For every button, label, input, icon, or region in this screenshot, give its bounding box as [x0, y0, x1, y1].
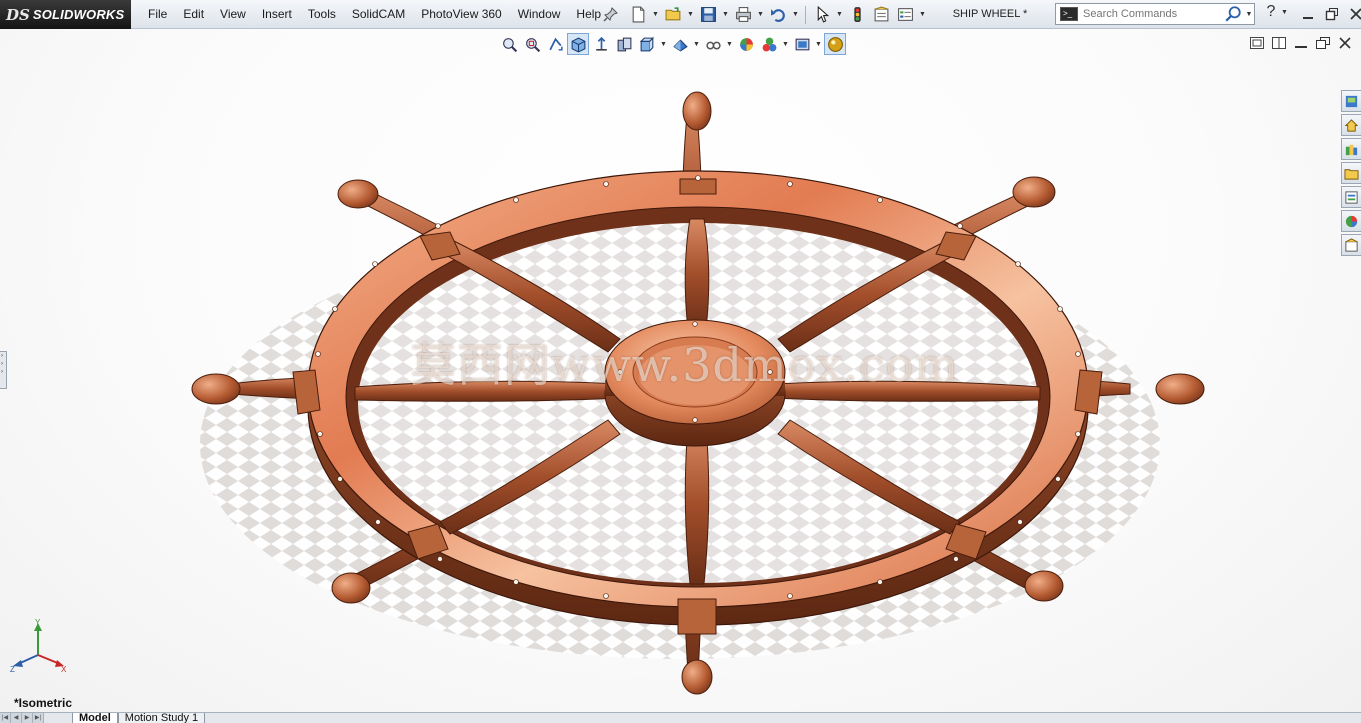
previous-tab-icon[interactable]: ◀ [11, 713, 22, 723]
view-orientation-icon[interactable] [590, 33, 612, 55]
select-pointer-icon[interactable] [811, 4, 833, 26]
task-pane-tabs [1341, 90, 1361, 256]
undo-dropdown-icon[interactable]: ▼ [791, 4, 800, 26]
help-dropdown-icon[interactable]: ▼ [1280, 9, 1289, 16]
file-properties-icon[interactable] [870, 4, 892, 26]
bottom-tab-bar: |◀ ◀ ▶ ▶| Model Motion Study 1 [0, 712, 1361, 723]
heads-up-view-toolbar: ▼ ▼ ▼ ▼ ▼ [498, 32, 846, 56]
tab-motion-study-1[interactable]: Motion Study 1 [117, 713, 206, 723]
menu-bar: File Edit View Insert Tools SolidCAM Pho… [140, 0, 609, 29]
next-tab-icon[interactable]: ▶ [22, 713, 33, 723]
viewport-controls [1249, 36, 1353, 50]
menu-insert[interactable]: Insert [254, 0, 300, 29]
select-dropdown-icon[interactable]: ▼ [835, 4, 844, 26]
feature-manager-flyout-handle[interactable]: › › › [0, 351, 7, 389]
pin-menu-icon[interactable] [603, 6, 619, 22]
print-dropdown-icon[interactable]: ▼ [756, 4, 765, 26]
appearance-dropdown-icon[interactable]: ▼ [692, 41, 701, 48]
last-tab-icon[interactable]: ▶| [33, 713, 44, 723]
reference-triad: Y X Z [10, 619, 67, 674]
menu-tools[interactable]: Tools [300, 0, 344, 29]
menu-solidcam[interactable]: SolidCAM [344, 0, 413, 29]
tab-model[interactable]: Model [72, 713, 118, 723]
appearances-dropdown-icon[interactable]: ▼ [781, 41, 790, 48]
custom-properties-icon[interactable] [1341, 234, 1361, 256]
edit-appearance-icon[interactable] [669, 33, 691, 55]
restore-icon[interactable] [1322, 4, 1342, 24]
graphics-area[interactable]: ▼ ▼ ▼ ▼ ▼ › › › 莫西网www.3dmox.com Y X Z *… [0, 29, 1361, 712]
previous-view-icon[interactable] [544, 33, 566, 55]
menu-file[interactable]: File [140, 0, 175, 29]
menu-window[interactable]: Window [510, 0, 569, 29]
zoom-to-area-icon[interactable] [521, 33, 543, 55]
options-dropdown-icon[interactable]: ▼ [918, 4, 927, 26]
render-dropdown-icon[interactable]: ▼ [814, 41, 823, 48]
help-icon[interactable]: ? [1262, 3, 1280, 21]
document-title: SHIP WHEEL * [952, 8, 1028, 20]
app-name: SOLIDWORKS [32, 7, 125, 22]
solidworks-resources-icon[interactable] [1341, 90, 1361, 112]
print-icon[interactable] [732, 4, 754, 26]
two-view-icon[interactable] [1271, 36, 1287, 50]
view-settings-dropdown-icon[interactable]: ▼ [725, 41, 734, 48]
quick-access-toolbar: ▼ ▼ ▼ ▼ ▼ ▼ ▼ [627, 3, 927, 26]
hide-show-dropdown-icon[interactable]: ▼ [659, 41, 668, 48]
view-palette-icon[interactable] [1341, 186, 1361, 208]
solidworks-logo[interactable]: DS SOLIDWORKS [0, 0, 131, 29]
search-commands-box[interactable]: >_ ▼ [1055, 3, 1255, 25]
title-bar: DS SOLIDWORKS File Edit View Insert Tool… [0, 0, 1361, 29]
close-icon[interactable] [1346, 4, 1361, 24]
ds-logo-mark: DS [6, 5, 30, 24]
section-view-icon[interactable] [567, 33, 589, 55]
model-tabs: Model Motion Study 1 [72, 713, 206, 723]
tab-navigation: |◀ ◀ ▶ ▶| [0, 713, 44, 723]
appearances-scenes-icon[interactable] [1341, 210, 1361, 232]
triad-z-label: Z [10, 665, 15, 674]
new-document-icon[interactable] [627, 4, 649, 26]
window-controls [1298, 4, 1361, 24]
home-icon[interactable] [1341, 114, 1361, 136]
hide-show-items-icon[interactable] [636, 33, 658, 55]
help-menu[interactable]: ? ▼ [1262, 3, 1289, 21]
apply-scene-icon[interactable] [735, 33, 757, 55]
search-dropdown-icon[interactable]: ▼ [1244, 11, 1254, 18]
open-dropdown-icon[interactable]: ▼ [686, 4, 695, 26]
first-tab-icon[interactable]: |◀ [0, 713, 11, 723]
render-tools-icon[interactable] [791, 33, 813, 55]
watermark-text: 莫西网www.3dmox.com [410, 338, 959, 392]
options-icon[interactable] [894, 4, 916, 26]
view-settings-icon[interactable] [702, 33, 724, 55]
menu-view[interactable]: View [212, 0, 254, 29]
design-library-icon[interactable] [1341, 138, 1361, 160]
viewport-close-icon[interactable] [1337, 36, 1353, 50]
save-dropdown-icon[interactable]: ▼ [721, 4, 730, 26]
viewport-minimize-icon[interactable] [1293, 36, 1309, 50]
triad-y-label: Y [35, 619, 41, 627]
menu-photoview-360[interactable]: PhotoView 360 [413, 0, 510, 29]
rebuild-icon[interactable] [846, 4, 868, 26]
single-view-icon[interactable] [1249, 36, 1265, 50]
save-icon[interactable] [697, 4, 719, 26]
search-input[interactable] [1083, 8, 1224, 20]
command-prompt-icon: >_ [1060, 7, 1078, 21]
minimize-icon[interactable] [1298, 4, 1318, 24]
open-folder-icon[interactable] [662, 4, 684, 26]
zoom-to-fit-icon[interactable] [498, 33, 520, 55]
realview-graphics-icon[interactable] [824, 33, 846, 55]
display-style-icon[interactable] [613, 33, 635, 55]
view-orientation-label: *Isometric [14, 696, 73, 710]
triad-x-label: X [61, 665, 67, 674]
new-dropdown-icon[interactable]: ▼ [651, 4, 660, 26]
undo-icon[interactable] [767, 4, 789, 26]
file-explorer-icon[interactable] [1341, 162, 1361, 184]
appearances-icon[interactable] [758, 33, 780, 55]
menu-edit[interactable]: Edit [175, 0, 212, 29]
toolbar-separator [805, 5, 806, 24]
viewport-restore-icon[interactable] [1315, 36, 1331, 50]
search-icon[interactable] [1224, 5, 1242, 23]
